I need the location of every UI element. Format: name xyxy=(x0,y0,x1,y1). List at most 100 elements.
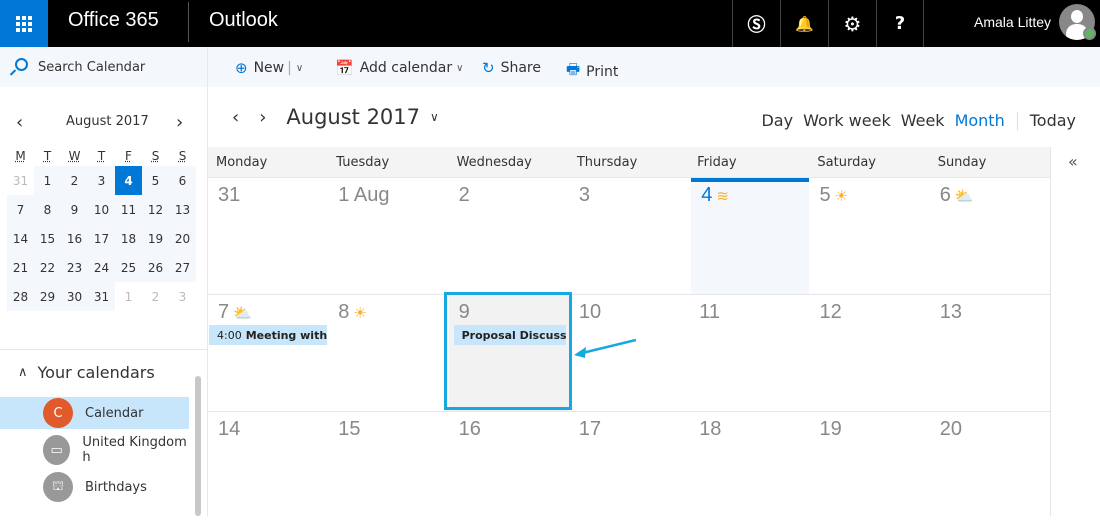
skype-button[interactable]: Ⓢ xyxy=(732,0,780,47)
event-time: 4:00 xyxy=(217,328,242,342)
mini-day[interactable]: 24 xyxy=(88,253,115,282)
view-work-week-button[interactable]: Work week xyxy=(803,111,891,130)
notifications-button[interactable]: 🔔 xyxy=(780,0,828,47)
day-cell[interactable]: 2 xyxy=(449,178,569,295)
day-cell[interactable]: 11 xyxy=(689,295,809,412)
day-cell[interactable]: 4 ≋ xyxy=(691,178,810,295)
mini-day[interactable]: 18 xyxy=(115,224,142,253)
scrollbar[interactable] xyxy=(195,370,201,516)
mini-day[interactable]: 3 xyxy=(169,282,196,311)
mini-day[interactable]: 6 xyxy=(169,166,196,195)
mini-day[interactable]: 2 xyxy=(142,282,169,311)
help-button[interactable]: ? xyxy=(876,0,924,47)
mini-day[interactable]: 20 xyxy=(169,224,196,253)
day-cell[interactable]: 7 ⛅ 4:00 Meeting with xyxy=(208,295,328,412)
calendar-item[interactable]: ▭ United Kingdom h xyxy=(0,434,189,466)
day-cell[interactable]: 3 xyxy=(569,178,689,295)
day-cell[interactable]: 12 xyxy=(810,295,930,412)
calendar-name: United Kingdom h xyxy=(82,435,187,465)
mini-day[interactable]: 23 xyxy=(61,253,88,282)
mini-day[interactable]: 21 xyxy=(7,253,34,282)
day-cell[interactable]: 8 ☀ xyxy=(328,295,448,412)
mini-day[interactable]: 15 xyxy=(34,224,61,253)
month-title[interactable]: August 2017 xyxy=(286,105,420,129)
mini-day[interactable]: 7 xyxy=(7,195,34,224)
mini-day[interactable]: 31 xyxy=(88,282,115,311)
mini-day[interactable]: 1 xyxy=(34,166,61,195)
calendar-item[interactable]: C Calendar xyxy=(0,397,189,429)
calendar-item[interactable]: ⛫ Birthdays xyxy=(0,471,189,503)
today-button[interactable]: Today xyxy=(1030,111,1076,130)
mini-day[interactable]: 27 xyxy=(169,253,196,282)
week-row: 31 1 Aug 2 3 4 ≋ 5 ☀ 6 ⛅ xyxy=(208,177,1050,295)
mini-day[interactable]: 3 xyxy=(88,166,115,195)
new-button[interactable]: ⊕ New | ∨ xyxy=(235,59,303,77)
mini-day[interactable]: 12 xyxy=(142,195,169,224)
previous-month-button[interactable]: ‹ xyxy=(16,112,23,133)
print-button[interactable]: 🖶 Print xyxy=(566,59,618,84)
mini-day[interactable]: 14 xyxy=(7,224,34,253)
day-header: 4 ≋ xyxy=(701,184,729,207)
day-header: 19 xyxy=(820,418,842,441)
settings-button[interactable]: ⚙ xyxy=(828,0,876,47)
day-of-week-label: Tuesday xyxy=(336,154,390,170)
day-cell[interactable]: 6 ⛅ xyxy=(930,178,1050,295)
previous-button[interactable]: ‹ xyxy=(232,107,239,128)
day-header: 2 xyxy=(459,184,470,207)
mini-day[interactable]: 2 xyxy=(61,166,88,195)
day-cell[interactable]: 5 ☀ xyxy=(810,178,930,295)
scrollbar-thumb[interactable] xyxy=(195,376,201,516)
mini-day[interactable]: 30 xyxy=(61,282,88,311)
mini-day[interactable]: 11 xyxy=(115,195,142,224)
mini-day[interactable]: 9 xyxy=(61,195,88,224)
next-button[interactable]: › xyxy=(259,107,266,128)
app-launcher-button[interactable] xyxy=(0,0,48,47)
mini-day[interactable]: 16 xyxy=(61,224,88,253)
collapse-pane-button[interactable]: « xyxy=(1068,152,1078,171)
mini-day[interactable]: 17 xyxy=(88,224,115,253)
view-month-button[interactable]: Month xyxy=(955,111,1005,130)
view-week-button[interactable]: Week xyxy=(901,111,945,130)
mini-day[interactable]: 4 xyxy=(115,166,142,195)
mini-day[interactable]: 22 xyxy=(34,253,61,282)
app-name[interactable]: Outlook xyxy=(209,9,278,32)
day-cell[interactable]: 20 xyxy=(930,412,1050,529)
partly-cloudy-icon: ⛅ xyxy=(954,188,974,205)
user-name[interactable]: Amala Littey xyxy=(974,14,1051,30)
calendar-icon: ▭ xyxy=(43,435,71,465)
brand-name[interactable]: Office 365 xyxy=(68,9,159,32)
mini-dow-label: T xyxy=(97,149,106,163)
mini-day[interactable]: 13 xyxy=(169,195,196,224)
next-month-button[interactable]: › xyxy=(176,112,183,133)
day-header: 10 xyxy=(579,301,601,324)
view-day-button[interactable]: Day xyxy=(761,111,793,130)
day-cell[interactable]: 17 xyxy=(569,412,689,529)
mini-day[interactable]: 31 xyxy=(7,166,34,195)
search-input[interactable]: Search Calendar xyxy=(10,58,145,76)
mini-day[interactable]: 29 xyxy=(34,282,61,311)
day-cell[interactable]: 18 xyxy=(689,412,809,529)
day-cell[interactable]: 31 xyxy=(208,178,328,295)
mini-day[interactable]: 5 xyxy=(142,166,169,195)
day-cell[interactable]: 14 xyxy=(208,412,328,529)
chevron-down-icon[interactable]: ∨ xyxy=(296,63,303,74)
day-cell[interactable]: 13 xyxy=(930,295,1050,412)
mini-day[interactable]: 8 xyxy=(34,195,61,224)
mini-day[interactable]: 26 xyxy=(142,253,169,282)
mini-day[interactable]: 25 xyxy=(115,253,142,282)
mini-day[interactable]: 10 xyxy=(88,195,115,224)
day-cell[interactable]: 16 xyxy=(449,412,569,529)
add-calendar-button[interactable]: 📅 Add calendar ∨ xyxy=(335,59,463,77)
chevron-down-icon[interactable]: ∨ xyxy=(430,110,439,124)
mini-day[interactable]: 19 xyxy=(142,224,169,253)
search-placeholder: Search Calendar xyxy=(38,59,146,75)
day-cell[interactable]: 1 Aug xyxy=(328,178,448,295)
your-calendars-header[interactable]: ∧ Your calendars xyxy=(18,363,155,382)
mini-calendar-title[interactable]: August 2017 xyxy=(66,114,149,129)
mini-day[interactable]: 1 xyxy=(115,282,142,311)
day-cell[interactable]: 19 xyxy=(810,412,930,529)
day-cell[interactable]: 15 xyxy=(328,412,448,529)
mini-day[interactable]: 28 xyxy=(7,282,34,311)
calendar-event[interactable]: 4:00 Meeting with xyxy=(209,325,327,345)
share-button[interactable]: ↻ Share xyxy=(482,59,541,77)
